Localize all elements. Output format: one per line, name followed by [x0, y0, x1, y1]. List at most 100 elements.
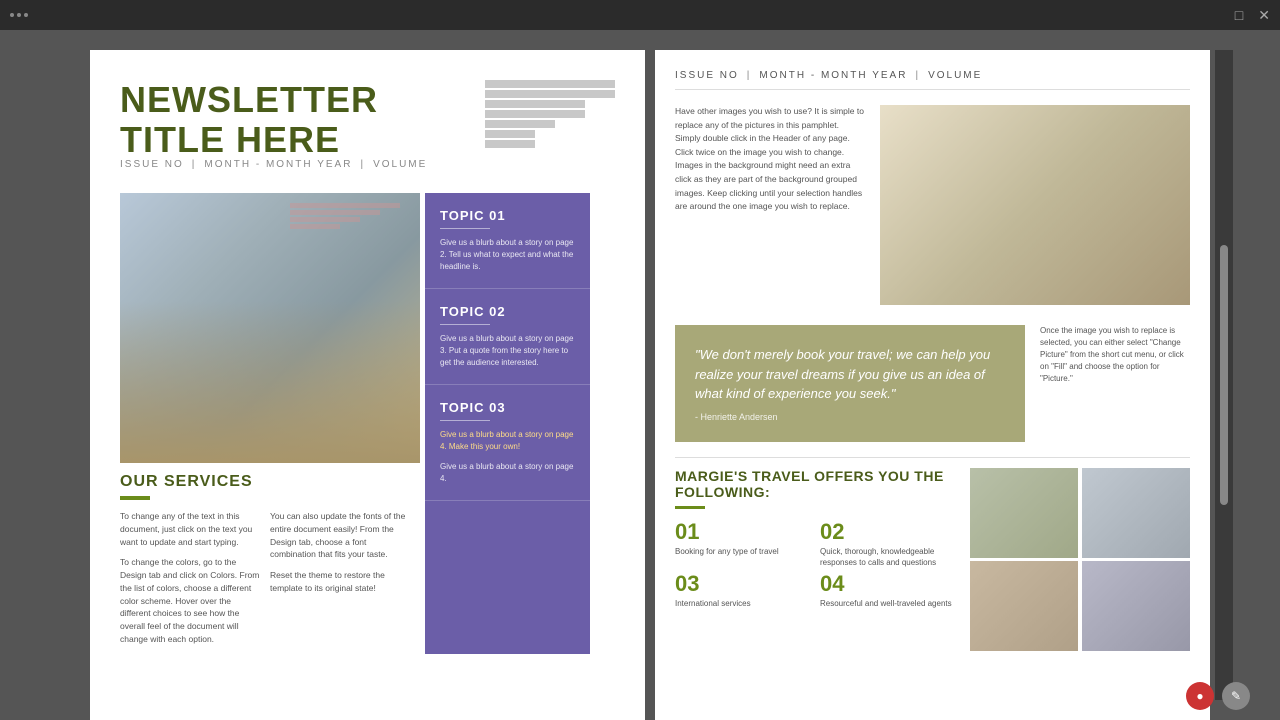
margie-section: MARGIE'S TRAVEL OFFERS YOU THE FOLLOWING…	[675, 468, 1190, 651]
close-button[interactable]: ✕	[1258, 7, 1270, 24]
margie-item04-text: Resourceful and well-traveled agents	[820, 598, 960, 609]
main-area: NEWSLETTER TITLE HERE ISSUE NO | MONTH -…	[0, 30, 1280, 720]
left-issue-line: ISSUE NO | MONTH - MONTH YEAR | VOLUME	[120, 159, 427, 170]
margie-text: MARGIE'S TRAVEL OFFERS YOU THE FOLLOWING…	[675, 468, 960, 651]
dot1	[10, 13, 14, 17]
margie-item01-text: Booking for any type of travel	[675, 546, 815, 557]
title-bar-dots	[10, 13, 28, 17]
right-sep1: |	[747, 70, 752, 81]
left-volume: VOLUME	[373, 159, 427, 170]
margie-img3	[970, 561, 1078, 651]
left-topics-col: TOPIC 01 Give us a blurb about a story o…	[425, 193, 590, 654]
left-month-year: MONTH - MONTH YEAR	[204, 159, 352, 170]
right-volume: VOLUME	[928, 70, 982, 81]
header-stripes	[485, 80, 615, 148]
margie-item01-num: 01	[675, 521, 815, 543]
margie-item04-num: 04	[820, 573, 960, 595]
header-graphic	[485, 80, 615, 160]
margie-item02-num: 02	[820, 521, 960, 543]
margie-img1	[970, 468, 1078, 558]
scrollbar-thumb[interactable]	[1220, 245, 1228, 505]
overlay-stripe2	[290, 210, 380, 215]
left-main-col: OUR SERVICES To change any of the text i…	[120, 193, 420, 654]
left-issue-no: ISSUE NO	[120, 159, 184, 170]
newsletter-title-line2: TITLE HERE	[120, 120, 427, 160]
services-col2-p1: You can also update the fonts of the ent…	[270, 510, 410, 561]
page-left: NEWSLETTER TITLE HERE ISSUE NO | MONTH -…	[90, 50, 645, 720]
overlay-stripe4	[290, 224, 340, 229]
margie-item02-text: Quick, thorough, knowledgeable responses…	[820, 546, 960, 568]
topic01-item: TOPIC 01 Give us a blurb about a story o…	[425, 193, 590, 289]
page-right: ISSUE NO | MONTH - MONTH YEAR | VOLUME H…	[655, 50, 1210, 720]
margie-images	[970, 468, 1190, 651]
margie-title: MARGIE'S TRAVEL OFFERS YOU THE FOLLOWING…	[675, 468, 960, 502]
right-hero-image	[880, 105, 1190, 305]
margie-item04: 04 Resourceful and well-traveled agents	[820, 573, 960, 609]
right-month-year: MONTH - MONTH YEAR	[759, 70, 907, 81]
overlay-stripe1	[290, 203, 400, 208]
topic03-text1: Give us a blurb about a story on page 4.…	[440, 429, 575, 453]
services-col1-p1: To change any of the text in this docume…	[120, 510, 260, 548]
margie-item01: 01 Booking for any type of travel	[675, 521, 815, 568]
topic01-text: Give us a blurb about a story on page 2.…	[440, 237, 575, 273]
margie-underline	[675, 506, 705, 509]
newsletter-title-line1: NEWSLETTER	[120, 80, 427, 120]
stripe7	[485, 140, 535, 148]
topic03-divider	[440, 420, 490, 421]
title-bar-controls: □ ✕	[1235, 7, 1270, 24]
topic01-divider	[440, 228, 490, 229]
services-col2: You can also update the fonts of the ent…	[270, 510, 410, 654]
newsletter-title: NEWSLETTER TITLE HERE	[120, 80, 427, 159]
left-content: OUR SERVICES To change any of the text i…	[120, 193, 615, 654]
record-button[interactable]: ●	[1186, 682, 1214, 710]
quote-author: - Henriette Andersen	[695, 412, 1005, 422]
quote-text: "We don't merely book your travel; we ca…	[695, 345, 1005, 404]
margie-items: 01 Booking for any type of travel 02 Qui…	[675, 521, 960, 610]
edit-icon: ✎	[1231, 689, 1241, 703]
topic02-item: TOPIC 02 Give us a blurb about a story o…	[425, 289, 590, 385]
services-col1: To change any of the text in this docume…	[120, 510, 260, 654]
topic03-text2: Give us a blurb about a story on page 4.	[440, 461, 575, 485]
title-bar: □ ✕	[0, 0, 1280, 30]
topic02-title: TOPIC 02	[440, 304, 575, 319]
newsletter-header: NEWSLETTER TITLE HERE ISSUE NO | MONTH -…	[120, 80, 615, 185]
record-icon: ●	[1196, 689, 1203, 703]
quote-section: "We don't merely book your travel; we ca…	[675, 320, 1190, 442]
services-col1-p2: To change the colors, go to the Design t…	[120, 556, 260, 645]
stripe6	[485, 130, 535, 138]
right-issue-no: ISSUE NO	[675, 70, 739, 81]
scrollbar-area[interactable]	[1215, 50, 1233, 700]
right-sep2: |	[915, 70, 920, 81]
right-intro-text: Have other images you wish to use? It is…	[675, 105, 865, 305]
minimize-button[interactable]: □	[1235, 7, 1243, 23]
services-columns: To change any of the text in this docume…	[120, 510, 410, 654]
topic01-title: TOPIC 01	[440, 208, 575, 223]
margie-item03: 03 International services	[675, 573, 815, 609]
hero-image	[120, 193, 420, 463]
topic03-title: TOPIC 03	[440, 400, 575, 415]
margie-item03-text: International services	[675, 598, 815, 609]
stripe1	[485, 80, 615, 88]
hero-image-overlay	[290, 203, 410, 229]
stripe4	[485, 110, 585, 118]
overlay-stripe3	[290, 217, 360, 222]
services-underline	[120, 496, 150, 500]
margie-img4	[1082, 561, 1190, 651]
right-header: ISSUE NO | MONTH - MONTH YEAR | VOLUME	[675, 70, 1190, 90]
margie-item03-num: 03	[675, 573, 815, 595]
margie-img2	[1082, 468, 1190, 558]
stripe2	[485, 90, 615, 98]
right-top: Have other images you wish to use? It is…	[675, 105, 1190, 305]
margie-item02: 02 Quick, thorough, knowledgeable respon…	[820, 521, 960, 568]
toolbar-bottom: ● ✎	[1186, 682, 1250, 710]
stripe5	[485, 120, 555, 128]
edit-button[interactable]: ✎	[1222, 682, 1250, 710]
section-divider	[675, 457, 1190, 458]
services-title: OUR SERVICES	[120, 473, 410, 491]
services-section: OUR SERVICES To change any of the text i…	[120, 473, 420, 654]
topic03-item: TOPIC 03 Give us a blurb about a story o…	[425, 385, 590, 501]
left-sep2: |	[360, 159, 365, 170]
topic02-divider	[440, 324, 490, 325]
left-sep1: |	[192, 159, 197, 170]
services-col2-p2: Reset the theme to restore the template …	[270, 569, 410, 595]
